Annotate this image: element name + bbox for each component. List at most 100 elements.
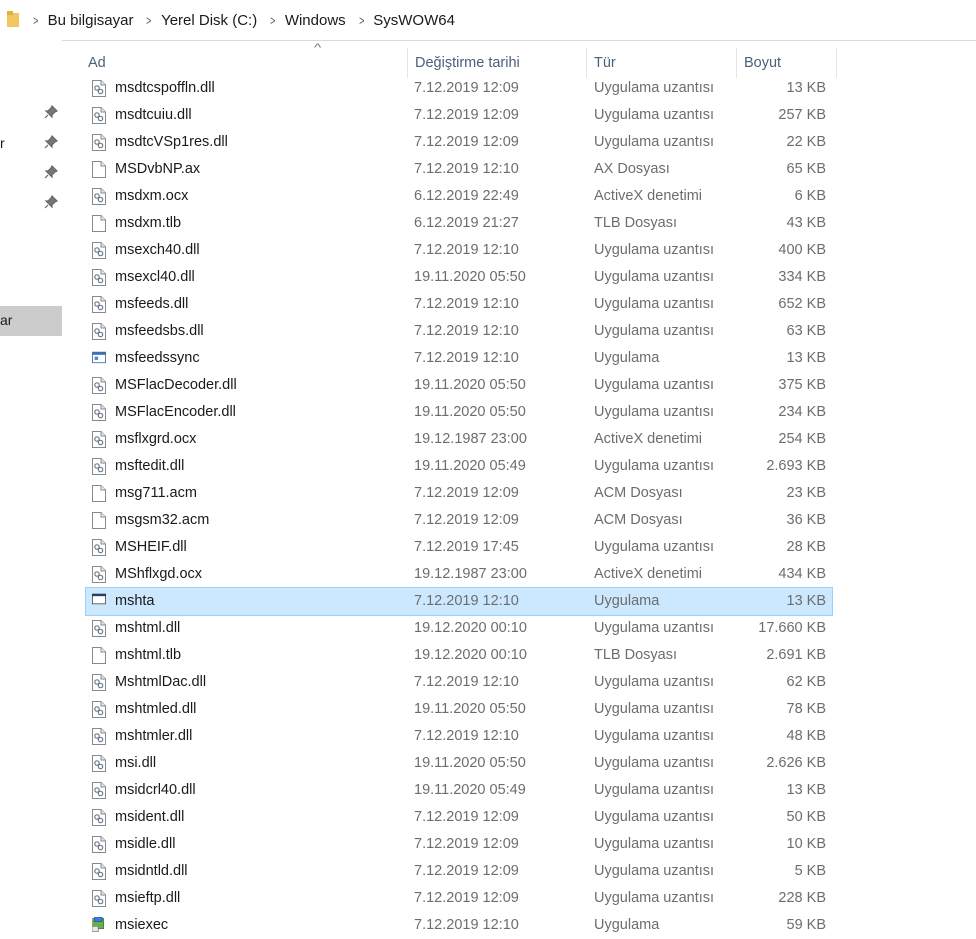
- address-bar[interactable]: > Bu bilgisayar > Yerel Disk (C:) > Wind…: [0, 0, 976, 41]
- file-row[interactable]: msflxgrd.ocx 19.12.1987 23:00 ActiveX dene…: [86, 426, 832, 453]
- file-size: 254 KB: [778, 431, 826, 447]
- dll-file-icon: [92, 809, 106, 826]
- file-size: 13 KB: [786, 350, 827, 366]
- chevron-right-icon[interactable]: >: [33, 13, 38, 28]
- file-row[interactable]: msiexec 7.12.2019 12:10 Uygulama 59 KB: [86, 912, 832, 939]
- file-row[interactable]: msg711.acm 7.12.2019 12:09 ACM Dosyası 23 K…: [86, 480, 832, 507]
- file-size: 36 KB: [786, 512, 827, 528]
- file-row[interactable]: msdxm.ocx 6.12.2019 22:49 ActiveX denetimi…: [86, 183, 832, 210]
- file-size: 2.691 KB: [766, 647, 826, 663]
- dll-file-icon: [92, 728, 106, 745]
- dll-file-icon: [92, 134, 106, 151]
- file-date: 7.12.2019 12:09: [414, 485, 519, 501]
- file-row[interactable]: MSFlacEncoder.dll 19.11.2020 05:50 Uygulam…: [86, 399, 832, 426]
- file-name: MSFlacEncoder.dll: [115, 404, 236, 420]
- file-date: 19.11.2020 05:50: [414, 404, 526, 420]
- file-row[interactable]: msidntld.dll 7.12.2019 12:09 Uygulama uzan…: [86, 858, 832, 885]
- file-row[interactable]: MSFlacDecoder.dll 19.11.2020 05:50 Uygulam…: [86, 372, 832, 399]
- file-size: 22 KB: [786, 134, 827, 150]
- file-date: 19.11.2020 05:50: [414, 701, 526, 717]
- nav-item-label[interactable]: r: [0, 135, 5, 151]
- pin-icon[interactable]: [44, 105, 58, 119]
- breadcrumb-item-local-disk[interactable]: Yerel Disk (C:): [161, 12, 257, 29]
- file-name: msexch40.dll: [115, 242, 200, 258]
- file-type: Uygulama uzantısı: [594, 296, 715, 312]
- file-row[interactable]: msfeedsbs.dll 7.12.2019 12:10 Uygulama uza…: [86, 318, 832, 345]
- column-divider[interactable]: [736, 48, 737, 78]
- file-date: 19.12.2020 00:10: [414, 647, 527, 663]
- file-icon: [92, 647, 106, 664]
- file-size: 257 KB: [778, 107, 826, 123]
- file-row[interactable]: msdxm.tlb 6.12.2019 21:27 TLB Dosyası 43 KB: [86, 210, 832, 237]
- file-row[interactable]: MshtmlDac.dll 7.12.2019 12:10 Uygulama uza…: [86, 669, 832, 696]
- file-date: 7.12.2019 12:09: [414, 512, 519, 528]
- file-size: 400 KB: [778, 242, 826, 258]
- breadcrumb-item-this-pc[interactable]: Bu bilgisayar: [48, 12, 134, 29]
- folder-icon: [7, 11, 19, 27]
- file-type: Uygulama uzantısı: [594, 701, 715, 717]
- file-row[interactable]: msftedit.dll 19.11.2020 05:49 Uygulama uza…: [86, 453, 832, 480]
- file-row[interactable]: mshtmler.dll 7.12.2019 12:10 Uygulama uzan…: [86, 723, 832, 750]
- column-header-date[interactable]: Değiştirme tarihi: [415, 48, 520, 78]
- file-name: msflxgrd.ocx: [115, 431, 197, 447]
- chevron-right-icon[interactable]: >: [147, 13, 152, 28]
- pin-icon[interactable]: [44, 195, 58, 209]
- file-row[interactable]: MShflxgd.ocx 19.12.1987 23:00 ActiveX dene…: [86, 561, 832, 588]
- file-date: 7.12.2019 12:10: [414, 350, 519, 366]
- file-row[interactable]: msieftp.dll 7.12.2019 12:09 Uygulama uzant…: [86, 885, 832, 912]
- file-type: Uygulama uzantısı: [594, 674, 715, 690]
- file-row[interactable]: msdtcuiu.dll 7.12.2019 12:09 Uygulama uzan…: [86, 102, 832, 129]
- file-type: Uygulama uzantısı: [594, 80, 715, 96]
- chevron-right-icon[interactable]: >: [270, 13, 275, 28]
- nav-item-selected[interactable]: ar: [0, 306, 62, 336]
- nav-item-label: ar: [0, 312, 13, 328]
- file-row[interactable]: msgsm32.acm 7.12.2019 12:09 ACM Dosyası 36 …: [86, 507, 832, 534]
- file-size: 62 KB: [786, 674, 827, 690]
- file-row[interactable]: msfeeds.dll 7.12.2019 12:10 Uygulama uzant…: [86, 291, 832, 318]
- file-name: msftedit.dll: [115, 458, 185, 474]
- file-type: Uygulama uzantısı: [594, 836, 715, 852]
- file-row[interactable]: msexcl40.dll 19.11.2020 05:50 Uygulama uza…: [86, 264, 832, 291]
- file-type: ACM Dosyası: [594, 485, 683, 501]
- file-size: 652 KB: [778, 296, 826, 312]
- file-name: msexcl40.dll: [115, 269, 195, 285]
- column-header-size[interactable]: Boyut: [744, 48, 781, 78]
- file-row[interactable]: msi.dll 19.11.2020 05:50 Uygulama uzantısı…: [86, 750, 832, 777]
- pin-icon[interactable]: [44, 165, 58, 179]
- column-header-type[interactable]: Tür: [594, 48, 616, 78]
- file-row[interactable]: msidcrl40.dll 19.11.2020 05:49 Uygulama uz…: [86, 777, 832, 804]
- file-row[interactable]: msfeedssync 7.12.2019 12:10 Uygulama 13 KB: [86, 345, 832, 372]
- file-row[interactable]: msidle.dll 7.12.2019 12:09 Uygulama uzantı…: [86, 831, 832, 858]
- file-name: msieftp.dll: [115, 890, 181, 906]
- column-header-name[interactable]: Ad: [88, 48, 106, 78]
- file-row[interactable]: msdtcspoffln.dll 7.12.2019 12:09 Uygulama …: [86, 75, 832, 102]
- file-size: 23 KB: [786, 485, 827, 501]
- file-row[interactable]: mshtmled.dll 19.11.2020 05:50 Uygulama uza…: [86, 696, 832, 723]
- chevron-right-icon[interactable]: >: [359, 13, 364, 28]
- file-row[interactable]: msident.dll 7.12.2019 12:09 Uygulama uzant…: [86, 804, 832, 831]
- column-divider[interactable]: [407, 48, 408, 78]
- file-row[interactable]: MSHEIF.dll 7.12.2019 17:45 Uygulama uzantı…: [86, 534, 832, 561]
- file-row[interactable]: MSDvbNP.ax 7.12.2019 12:10 AX Dosyası 65 KB: [86, 156, 832, 183]
- file-row-selected[interactable]: mshta 7.12.2019 12:10 Uygulama 13 KB: [85, 587, 833, 616]
- file-size: 48 KB: [786, 728, 827, 744]
- breadcrumb: > Bu bilgisayar > Yerel Disk (C:) > Wind…: [30, 0, 465, 40]
- file-row[interactable]: mshtml.dll 19.12.2020 00:10 Uygulama uzant…: [86, 615, 832, 642]
- application-icon: [92, 350, 106, 367]
- dll-file-icon: [92, 431, 106, 448]
- column-divider[interactable]: [836, 48, 837, 78]
- breadcrumb-item-syswow64[interactable]: SysWOW64: [373, 12, 455, 29]
- file-row[interactable]: mshtml.tlb 19.12.2020 00:10 TLB Dosyası 2.6…: [86, 642, 832, 669]
- pin-icon[interactable]: [44, 135, 58, 149]
- dll-file-icon: [92, 836, 106, 853]
- column-divider[interactable]: [586, 48, 587, 78]
- file-date: 7.12.2019 12:09: [414, 809, 519, 825]
- file-size: 13 KB: [786, 80, 827, 96]
- breadcrumb-item-windows[interactable]: Windows: [285, 12, 346, 29]
- file-type: ActiveX denetimi: [594, 566, 702, 582]
- file-type: Uygulama uzantısı: [594, 323, 715, 339]
- dll-file-icon: [92, 188, 106, 205]
- file-date: 7.12.2019 12:10: [414, 674, 519, 690]
- file-row[interactable]: msexch40.dll 7.12.2019 12:10 Uygulama uzan…: [86, 237, 832, 264]
- file-row[interactable]: msdtcVSp1res.dll 7.12.2019 12:09 Uygulama …: [86, 129, 832, 156]
